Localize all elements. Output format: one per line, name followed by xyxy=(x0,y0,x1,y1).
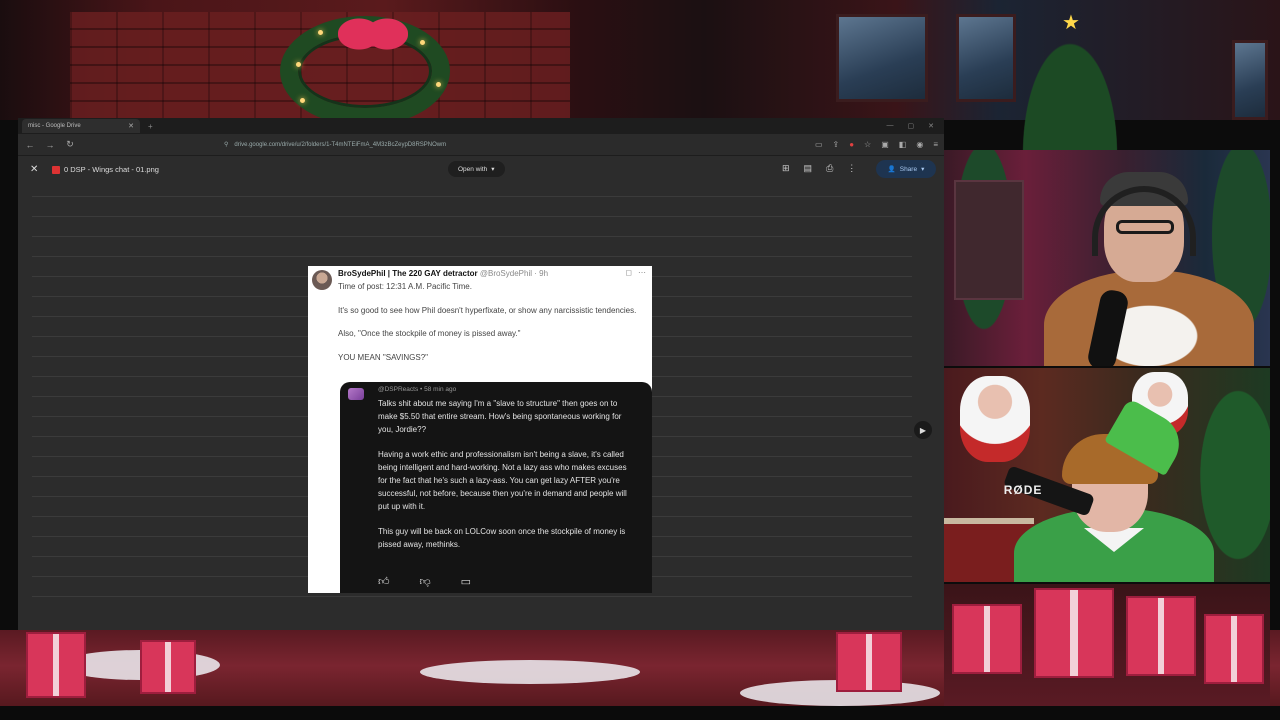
comment-actions: 👍︎ 👎︎ ▭ xyxy=(378,575,471,588)
bookmark-icon[interactable]: ☆ xyxy=(864,140,871,149)
profile-icon[interactable]: ◉ xyxy=(916,140,923,149)
viewer-tools: ⊞ ▤ ⎙ ⋮ xyxy=(782,163,856,174)
reply-icon: ▭ xyxy=(460,576,472,588)
mic-brand: RØDE xyxy=(1003,483,1043,498)
star-icon: ★ xyxy=(1062,12,1080,34)
share-button[interactable]: 👤 Share ▾ xyxy=(876,160,936,178)
url-field[interactable]: ⚲ drive.google.com/drive/u/2/folders/1-T… xyxy=(224,138,694,152)
comment-icon[interactable]: ▤ xyxy=(804,163,813,174)
next-file-button[interactable]: ▶ xyxy=(914,421,932,439)
glasses xyxy=(1116,220,1174,234)
tab-title: misc - Google Drive xyxy=(28,123,81,129)
forward-icon[interactable]: → xyxy=(44,140,56,150)
reload-icon[interactable]: ↻ xyxy=(64,139,76,150)
tweet-line: It's so good to see how Phil doesn't hyp… xyxy=(338,305,637,315)
open-with-button[interactable]: Open with ▾ xyxy=(448,161,505,177)
file-name: 0 DSP - Wings chat - 01.png xyxy=(64,165,159,174)
light xyxy=(420,40,425,45)
site-info-icon[interactable]: ⚲ xyxy=(224,141,228,148)
menu-icon[interactable]: ≡ xyxy=(933,140,938,149)
open-with-label: Open with xyxy=(458,165,488,173)
thumbs-up-icon: 👍︎ xyxy=(378,576,390,588)
tweet-line: Also, "Once the stockpile of money is pi… xyxy=(338,329,521,338)
avatar xyxy=(312,270,332,290)
chevron-down-icon: ▾ xyxy=(491,166,495,173)
webcam-guest: RØDE xyxy=(944,368,1270,582)
wreath-bow xyxy=(338,10,408,70)
snow xyxy=(420,660,640,684)
browser-window: misc - Google Drive ✕ + — ▢ ✕ ← → ↻ ⚲ dr… xyxy=(18,118,944,630)
comment-handle: @DSPReacts • 58 min ago xyxy=(378,386,457,393)
tab-bar: misc - Google Drive ✕ + — ▢ ✕ xyxy=(18,118,944,134)
new-tab-icon[interactable]: + xyxy=(148,122,153,131)
grok-icon: ◻ xyxy=(625,268,632,277)
window-controls: — ▢ ✕ xyxy=(887,122,945,130)
extension-icon[interactable]: ● xyxy=(849,140,854,149)
extensions-icon[interactable]: ▣ xyxy=(881,140,889,149)
close-window-icon[interactable]: ✕ xyxy=(928,122,934,130)
tweet-line: YOU MEAN "SAVINGS?" xyxy=(338,352,428,362)
close-viewer-icon[interactable]: ✕ xyxy=(30,164,38,175)
address-bar-row: ← → ↻ ⚲ drive.google.com/drive/u/2/folde… xyxy=(18,134,944,156)
close-tab-icon[interactable]: ✕ xyxy=(128,122,134,130)
comment-paragraph: Talks shit about me saying I'm a "slave … xyxy=(378,399,622,434)
santa-figure xyxy=(960,376,1030,462)
comment-body: Talks shit about me saying I'm a "slave … xyxy=(378,398,628,565)
drive-file-viewer: ✕ 0 DSP - Wings chat - 01.png Open with … xyxy=(18,156,944,630)
gift-box xyxy=(26,632,86,698)
minimize-icon[interactable]: — xyxy=(887,122,894,130)
window-pane xyxy=(836,14,928,102)
gift-box xyxy=(1204,614,1264,684)
image-preview: BroSydePhil | The 220 GAY detractor @Bro… xyxy=(308,266,652,593)
quoted-comment: @DSPReacts • 58 min ago Talks shit about… xyxy=(340,382,652,593)
tweet-body: Time of post: 12:31 A.M. Pacific Time. I… xyxy=(338,281,644,375)
webcam-streamer xyxy=(944,150,1270,366)
more-icon: ⋯ xyxy=(638,268,646,277)
sidebar-icon[interactable]: ◧ xyxy=(899,140,907,149)
gift-box xyxy=(952,604,1022,674)
back-icon[interactable]: ← xyxy=(24,140,36,150)
gift-box xyxy=(1034,588,1114,678)
add-to-drive-icon[interactable]: ⊞ xyxy=(782,163,790,174)
window-pane xyxy=(956,14,1016,102)
share-page-icon[interactable]: ⇪ xyxy=(833,140,840,149)
print-icon[interactable]: ⎙ xyxy=(826,163,833,174)
people-icon: 👤 xyxy=(887,166,896,173)
share-label: Share xyxy=(899,165,918,173)
light xyxy=(436,82,441,87)
maximize-icon[interactable]: ▢ xyxy=(908,122,915,130)
viewer-toolbar: ✕ 0 DSP - Wings chat - 01.png Open with … xyxy=(18,156,944,184)
avatar xyxy=(348,388,364,400)
chevron-down-icon: ▾ xyxy=(921,166,925,173)
gift-box xyxy=(140,640,196,694)
url-text: drive.google.com/drive/u/2/folders/1-T4m… xyxy=(234,141,447,148)
tweet-header: BroSydePhil | The 220 GAY detractor @Bro… xyxy=(338,269,548,278)
arcade-cabinet xyxy=(954,180,1024,300)
christmas-background-top: ★ xyxy=(0,0,1280,154)
comment-paragraph: This guy will be back on LOLCow soon onc… xyxy=(378,527,626,550)
light xyxy=(318,30,323,35)
letterbox-bottom xyxy=(0,706,1280,720)
author-handle: @BroSydePhil · 9h xyxy=(479,269,549,278)
light xyxy=(300,98,305,103)
window-pane xyxy=(1232,40,1268,120)
gift-pile xyxy=(944,584,1270,708)
gift-box xyxy=(836,632,902,692)
comment-paragraph: Having a work ethic and professionalism … xyxy=(378,450,627,511)
christmas-tree xyxy=(1010,14,1130,154)
tweet-line: Time of post: 12:31 A.M. Pacific Time. xyxy=(338,282,472,291)
thumbs-down-icon: 👎︎ xyxy=(419,576,431,588)
cast-icon[interactable]: ▭ xyxy=(815,140,823,149)
more-options-icon[interactable]: ⋮ xyxy=(847,163,856,174)
image-file-icon xyxy=(52,166,60,174)
toolbar-extensions: ▭ ⇪ ● ☆ ▣ ◧ ◉ ≡ xyxy=(815,140,938,149)
light xyxy=(296,62,301,67)
gift-box xyxy=(1126,596,1196,676)
author-name: BroSydePhil | The 220 GAY detractor xyxy=(338,269,478,278)
tweet-icons: ◻ ⋯ xyxy=(625,268,646,277)
tab-google-drive[interactable]: misc - Google Drive ✕ xyxy=(22,119,140,133)
